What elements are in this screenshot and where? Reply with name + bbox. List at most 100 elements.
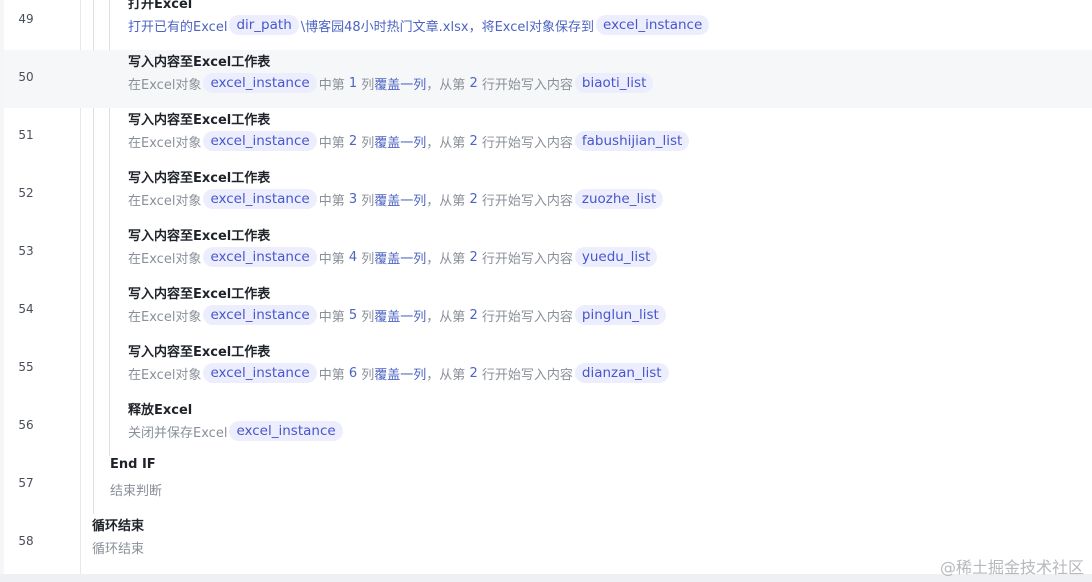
step-title: End IF xyxy=(110,457,156,472)
start-row: 2 xyxy=(469,75,478,91)
step-row-write-excel[interactable]: 54 写入内容至Excel工作表 在Excel对象 excel_instance… xyxy=(4,282,1092,340)
step-description: 循环结束 xyxy=(92,536,144,558)
step-title: 写入内容至Excel工作表 xyxy=(128,229,271,244)
desc-text: 列 xyxy=(361,77,375,93)
step-title: 写入内容至Excel工作表 xyxy=(128,171,271,186)
desc-text: 循环结束 xyxy=(92,541,145,557)
line-number: 54 xyxy=(18,302,34,316)
desc-text: 列 xyxy=(361,367,375,383)
step-row-loop-end[interactable]: 58 循环结束 循环结束 xyxy=(4,514,1092,572)
start-row: 2 xyxy=(469,133,478,149)
desc-text: 关闭并保存Excel xyxy=(128,425,228,441)
desc-text: \博客园48小时热门文章.xlsx，将Excel对象保存到 xyxy=(300,19,595,35)
desc-text: 行开始写入内容 xyxy=(481,135,573,151)
write-mode: 覆盖一列 xyxy=(374,193,427,209)
step-row-release-excel[interactable]: 56 释放Excel 关闭并保存Excel excel_instance xyxy=(4,398,1092,456)
line-number: 49 xyxy=(18,12,34,26)
desc-text: 行开始写入内容 xyxy=(481,309,573,325)
watermark: @稀土掘金技术社区 xyxy=(939,558,1084,577)
line-number: 50 xyxy=(18,70,34,84)
line-number: 51 xyxy=(18,128,34,142)
column-number: 3 xyxy=(348,191,358,207)
variable-chip[interactable]: excel_instance xyxy=(203,363,317,383)
step-row-write-excel[interactable]: 55 写入内容至Excel工作表 在Excel对象 excel_instance… xyxy=(4,340,1092,398)
desc-text: 在Excel对象 xyxy=(128,309,202,325)
step-row-write-excel[interactable]: 51 写入内容至Excel工作表 在Excel对象 excel_instance… xyxy=(4,108,1092,166)
variable-chip[interactable]: dir_path xyxy=(229,15,299,35)
start-row: 2 xyxy=(469,191,478,207)
desc-text: 结束判断 xyxy=(110,483,163,499)
column-number: 1 xyxy=(348,75,358,91)
step-description: 在Excel对象 excel_instance 中第 4 列 覆盖一列 ，从第 … xyxy=(128,246,659,268)
variable-chip[interactable]: excel_instance xyxy=(229,421,343,441)
step-title: 释放Excel xyxy=(128,403,193,418)
step-row-write-excel[interactable]: 53 写入内容至Excel工作表 在Excel对象 excel_instance… xyxy=(4,224,1092,282)
flow-editor-panel: 49 打开Excel 打开已有的Excel dir_path \博客园48小时热… xyxy=(4,0,1092,582)
variable-chip[interactable]: yuedu_list xyxy=(574,247,658,267)
desc-text: 中第 xyxy=(318,309,345,325)
variable-chip[interactable]: excel_instance xyxy=(203,73,317,93)
step-description: 在Excel对象 excel_instance 中第 1 列 覆盖一列 ，从第 … xyxy=(128,72,655,94)
variable-chip[interactable]: dianzan_list xyxy=(574,363,669,383)
step-title: 写入内容至Excel工作表 xyxy=(128,345,271,360)
step-row-write-excel[interactable]: 50 写入内容至Excel工作表 在Excel对象 excel_instance… xyxy=(4,50,1092,108)
line-number: 55 xyxy=(18,360,34,374)
step-row-open-excel[interactable]: 49 打开Excel 打开已有的Excel dir_path \博客园48小时热… xyxy=(4,0,1092,50)
desc-text: ，从第 xyxy=(426,367,466,383)
desc-text: 在Excel对象 xyxy=(128,251,202,267)
desc-text: 中第 xyxy=(318,135,345,151)
desc-text: 行开始写入内容 xyxy=(481,77,573,93)
line-number: 52 xyxy=(18,186,34,200)
desc-text: 在Excel对象 xyxy=(128,77,202,93)
step-title: 打开Excel xyxy=(128,0,193,12)
step-description: 打开已有的Excel dir_path \博客园48小时热门文章.xlsx，将E… xyxy=(128,14,711,36)
desc-text: 行开始写入内容 xyxy=(481,367,573,383)
column-number: 4 xyxy=(348,249,358,265)
variable-chip[interactable]: excel_instance xyxy=(203,305,317,325)
bottom-border xyxy=(0,574,1092,582)
desc-text: 中第 xyxy=(318,367,345,383)
column-number: 6 xyxy=(348,365,358,381)
start-row: 2 xyxy=(469,249,478,265)
desc-text: 在Excel对象 xyxy=(128,135,202,151)
desc-text: ，从第 xyxy=(426,309,466,325)
line-number: 58 xyxy=(18,534,34,548)
step-title: 循环结束 xyxy=(92,519,145,534)
desc-text: ，从第 xyxy=(426,251,466,267)
desc-text: ，从第 xyxy=(426,193,466,209)
variable-chip[interactable]: pinglun_list xyxy=(574,305,666,325)
variable-chip[interactable]: excel_instance xyxy=(203,247,317,267)
step-description: 关闭并保存Excel excel_instance xyxy=(128,420,345,442)
desc-text: 中第 xyxy=(318,251,345,267)
step-title: 写入内容至Excel工作表 xyxy=(128,55,271,70)
variable-chip[interactable]: biaoti_list xyxy=(574,73,654,93)
variable-chip[interactable]: excel_instance xyxy=(203,189,317,209)
desc-text: 行开始写入内容 xyxy=(481,193,573,209)
column-number: 5 xyxy=(348,307,358,323)
desc-text: ，从第 xyxy=(426,135,466,151)
line-number: 57 xyxy=(18,476,34,490)
desc-text: ，从第 xyxy=(426,77,466,93)
variable-chip[interactable]: excel_instance xyxy=(596,15,710,35)
step-description: 在Excel对象 excel_instance 中第 3 列 覆盖一列 ，从第 … xyxy=(128,188,665,210)
step-row-end-if[interactable]: 57 End IF 结束判断 xyxy=(4,456,1092,514)
desc-text: 列 xyxy=(361,193,375,209)
variable-chip[interactable]: excel_instance xyxy=(203,131,317,151)
desc-text: 行开始写入内容 xyxy=(481,251,573,267)
variable-chip[interactable]: fabushijian_list xyxy=(574,131,690,151)
step-description: 结束判断 xyxy=(110,478,162,500)
step-title: 写入内容至Excel工作表 xyxy=(128,113,271,128)
desc-text: 列 xyxy=(361,135,375,151)
write-mode: 覆盖一列 xyxy=(374,309,427,325)
write-mode: 覆盖一列 xyxy=(374,77,427,93)
line-number: 53 xyxy=(18,244,34,258)
desc-text: 列 xyxy=(361,309,375,325)
write-mode: 覆盖一列 xyxy=(374,135,427,151)
step-row-write-excel[interactable]: 52 写入内容至Excel工作表 在Excel对象 excel_instance… xyxy=(4,166,1092,224)
step-title: 写入内容至Excel工作表 xyxy=(128,287,271,302)
desc-text: 中第 xyxy=(318,77,345,93)
column-number: 2 xyxy=(348,133,358,149)
variable-chip[interactable]: zuozhe_list xyxy=(574,189,664,209)
start-row: 2 xyxy=(469,365,478,381)
desc-text: 在Excel对象 xyxy=(128,193,202,209)
